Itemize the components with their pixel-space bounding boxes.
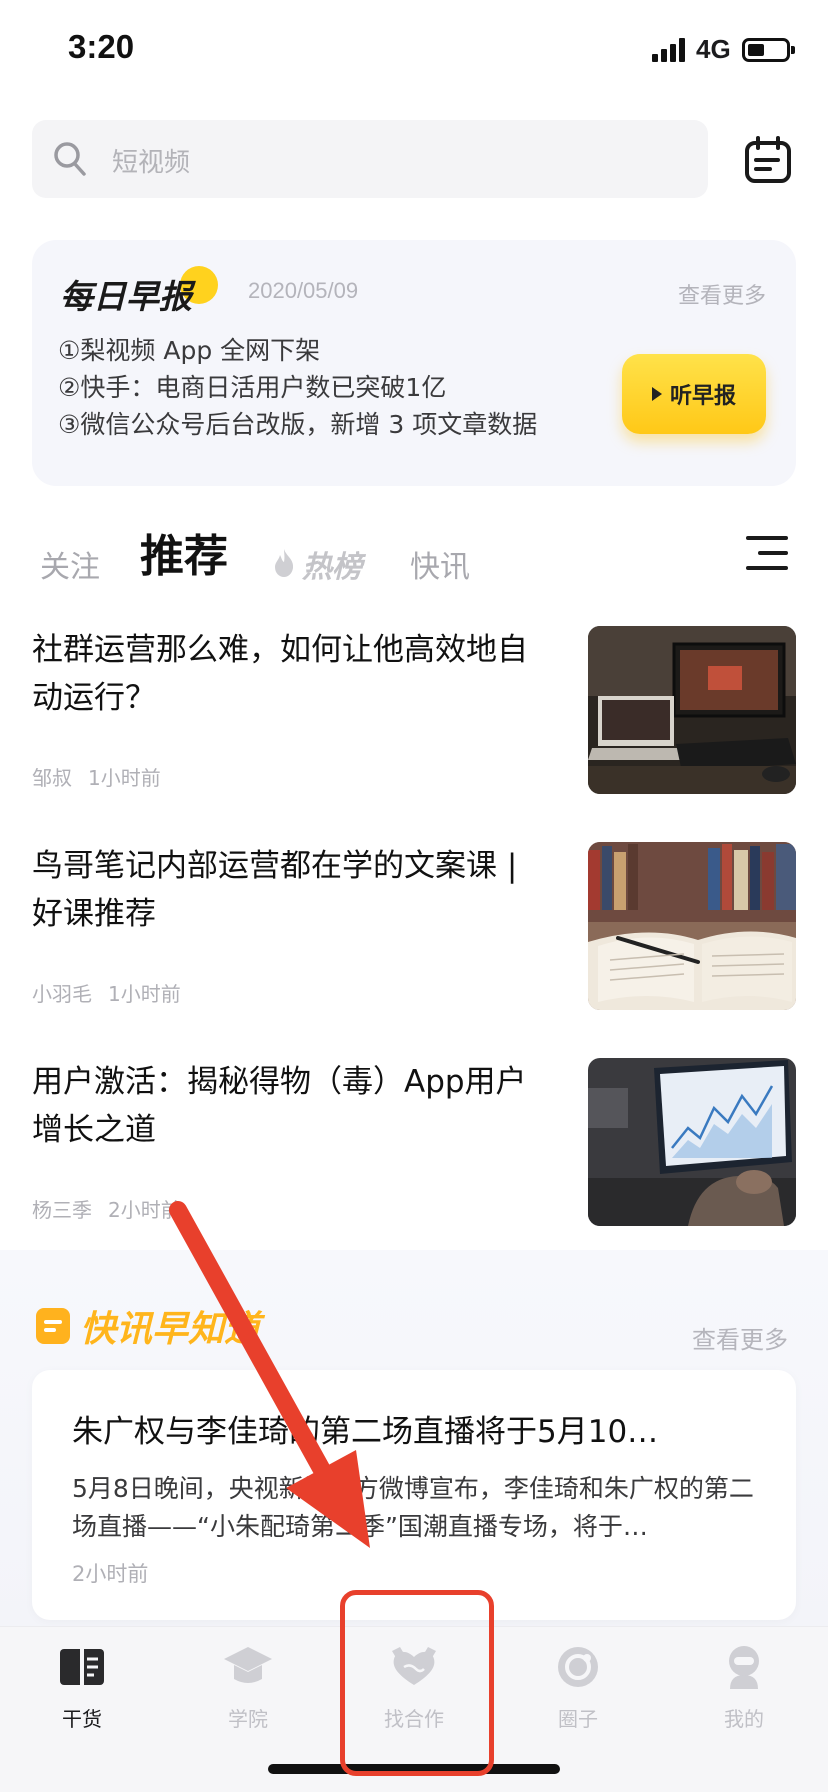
article-title: 社群运营那么难，如何让他高效地自动运行？ — [32, 632, 528, 716]
flash-news-card-body: 5月8日晚间，央视新闻官方微博宣布，李佳琦和朱广权的第二场直播——“小朱配琦第二… — [72, 1474, 754, 1541]
tabbar-item-goods[interactable]: 干货 — [22, 1641, 142, 1732]
daily-brief-card[interactable]: 每日早报 2020/05/09 查看更多 ①梨视频 App 全网下架 ②快手：电… — [32, 240, 796, 486]
daily-brief-item[interactable]: ③微信公众号后台改版，新增 3 项文章数据 — [58, 406, 537, 443]
tab-flash[interactable]: 快讯 — [410, 542, 470, 586]
flash-news-header: 快讯早知道 — [36, 1300, 260, 1352]
article-author: 邹叔 — [32, 766, 72, 790]
status-time: 3:20 — [68, 28, 135, 65]
battery-icon — [742, 38, 795, 62]
article-title: 用户激活：揭秘得物（毒）App用户增长之道 — [32, 1064, 527, 1148]
article-thumbnail — [588, 626, 796, 794]
flash-news-more-link[interactable]: 查看更多 — [692, 1320, 788, 1355]
article-item[interactable]: 用户激活：揭秘得物（毒）App用户增长之道 杨三季 2小时前 — [32, 1058, 796, 1230]
flash-news-card-title: 朱广权与李佳琦的第二场直播将于5月10… — [72, 1414, 659, 1450]
article-title: 鸟哥笔记内部运营都在学的文案课 | 好课推荐 — [32, 848, 518, 932]
article-time: 1小时前 — [88, 766, 161, 790]
article-meta: 杨三季 2小时前 — [32, 1194, 181, 1223]
article-meta: 邹叔 1小时前 — [32, 762, 161, 791]
article-time: 2小时前 — [108, 1198, 181, 1222]
tab-recommend-label: 推荐 — [140, 531, 228, 582]
tabbar-item-academy[interactable]: 学院 — [188, 1641, 308, 1732]
news-badge-icon — [36, 1308, 70, 1344]
article-author: 杨三季 — [32, 1198, 92, 1222]
search-input[interactable]: 短视频 — [32, 120, 708, 198]
status-bar: 3:20 4G — [0, 0, 828, 100]
feed-tabs: 关注 推荐 热榜 快讯 — [0, 520, 828, 600]
article-time: 1小时前 — [108, 982, 181, 1006]
daily-brief-item[interactable]: ①梨视频 App 全网下架 — [58, 332, 537, 369]
search-placeholder: 短视频 — [112, 148, 191, 178]
tab-follow[interactable]: 关注 — [40, 542, 100, 586]
listen-brief-label: 听早报 — [669, 384, 736, 409]
play-icon — [651, 387, 662, 401]
listen-brief-button[interactable]: 听早报 — [622, 354, 766, 434]
article-item[interactable]: 社群运营那么难，如何让他高效地自动运行？ 邹叔 1小时前 — [32, 626, 796, 798]
tabbar-item-circle[interactable]: 圈子 — [518, 1641, 638, 1732]
flame-icon — [275, 549, 294, 577]
calendar-icon[interactable] — [744, 136, 792, 184]
tabbar-label: 干货 — [62, 1707, 102, 1731]
menu-icon[interactable] — [744, 532, 790, 574]
daily-brief-more-link[interactable]: 查看更多 — [678, 278, 766, 310]
article-item[interactable]: 鸟哥笔记内部运营都在学的文案课 | 好课推荐 小羽毛 1小时前 — [32, 842, 796, 1014]
tabbar-item-profile[interactable]: 我的 — [684, 1641, 804, 1732]
circle-community-icon — [558, 1647, 598, 1687]
flash-news-title: 快讯早知道 — [80, 1309, 261, 1350]
flash-news-section: 快讯早知道 查看更多 朱广权与李佳琦的第二场直播将于5月10… 5月8日晚间，央… — [0, 1250, 828, 1630]
signal-icon — [652, 38, 688, 62]
graduation-cap-icon — [224, 1647, 272, 1683]
article-meta: 小羽毛 1小时前 — [32, 978, 181, 1007]
tabbar-label: 学院 — [228, 1707, 268, 1731]
tab-hot[interactable]: 热榜 — [302, 542, 362, 586]
article-thumbnail — [588, 842, 796, 1010]
tabbar-label: 圈子 — [558, 1707, 598, 1731]
daily-brief-item[interactable]: ②快手：电商日活用户数已突破1亿 — [58, 369, 537, 406]
flash-news-card-time: 2小时前 — [72, 1562, 149, 1586]
tab-recommend[interactable]: 推荐 — [138, 520, 230, 584]
network-label: 4G — [696, 34, 731, 64]
daily-brief-list: ①梨视频 App 全网下架 ②快手：电商日活用户数已突破1亿 ③微信公众号后台改… — [58, 332, 537, 443]
flash-news-card[interactable]: 朱广权与李佳琦的第二场直播将于5月10… 5月8日晚间，央视新闻官方微博宣布，李… — [32, 1370, 796, 1620]
annotation-highlight-box — [340, 1590, 494, 1776]
user-avatar-icon — [729, 1646, 759, 1689]
daily-brief-date: 2020/05/09 — [248, 278, 359, 303]
tabbar-label: 我的 — [724, 1707, 764, 1731]
article-thumbnail — [588, 1058, 796, 1226]
search-icon — [54, 142, 86, 176]
daily-brief-title: 每日早报 — [60, 277, 192, 316]
book-icon — [60, 1649, 104, 1685]
article-author: 小羽毛 — [32, 982, 92, 1006]
